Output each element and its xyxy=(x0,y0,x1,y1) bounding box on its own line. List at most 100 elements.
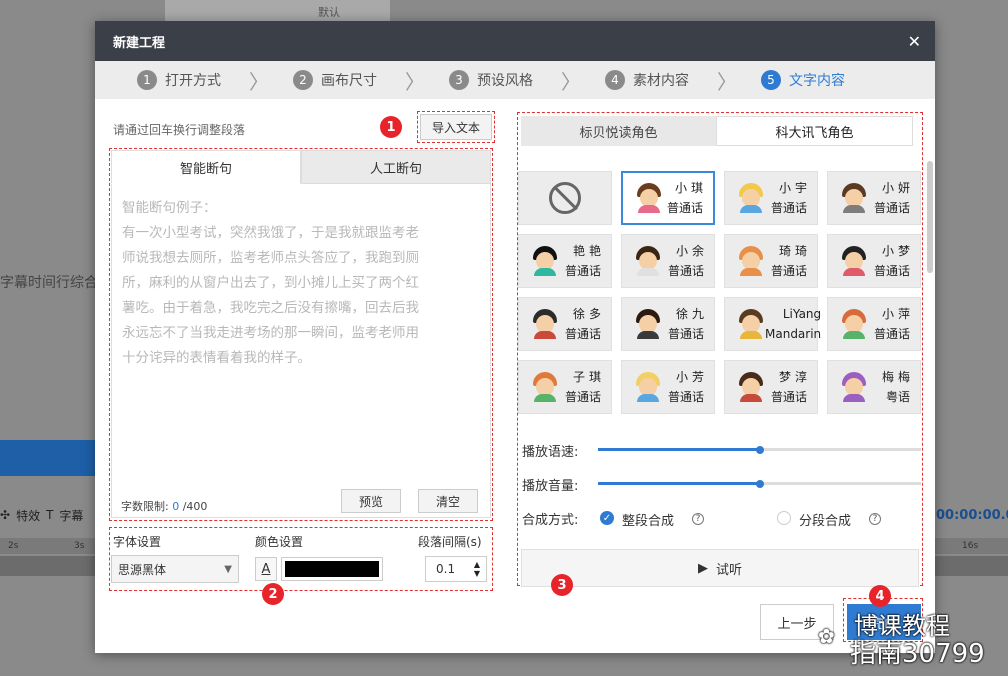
font-select-value: 思源黑体 xyxy=(118,562,167,577)
close-icon[interactable]: ✕ xyxy=(908,32,921,51)
character-card[interactable]: 梦淳 普通话 xyxy=(724,360,818,414)
character-card[interactable]: 艳艳 普通话 xyxy=(518,234,612,288)
font-color-icon[interactable]: A xyxy=(255,557,277,581)
avatar xyxy=(634,309,662,339)
avatar xyxy=(635,183,663,213)
character-info: 徐多 普通话 xyxy=(559,304,611,344)
step-5[interactable]: 5 文字内容 xyxy=(761,70,845,90)
character-language: 普通话 xyxy=(873,201,910,215)
wizard-steps: 1 打开方式 〉 2 画布尺寸 〉 3 预设风格 〉 4 素材内容 〉 5 文字… xyxy=(95,61,935,99)
character-card[interactable]: 小梦普通话 xyxy=(827,234,921,288)
character-card[interactable]: 小琪 普通话 xyxy=(621,171,715,225)
character-card[interactable]: 徐九普通话 xyxy=(621,297,715,351)
step-label: 素材内容 xyxy=(633,73,689,89)
character-language: 普通话 xyxy=(667,327,704,341)
voice-provider-tabs: 标贝悦读角色 科大讯飞角色 xyxy=(521,116,913,146)
character-language: Mandarin xyxy=(765,327,822,341)
character-name: 艳艳 xyxy=(572,244,605,258)
step-label: 文字内容 xyxy=(789,73,845,89)
wechat-icon: ✿ xyxy=(818,624,835,648)
radio-whole-mode[interactable]: ✓ xyxy=(600,511,614,525)
text-input-area[interactable]: 智能断句例子： 有一次小型考试，突然我饿了，于是我就跟监考老 师说我想去厕所，监… xyxy=(111,184,491,518)
character-card[interactable]: 小芳 普通话 xyxy=(621,360,715,414)
character-card[interactable]: 小萍 普通话 xyxy=(827,297,921,351)
character-name: LiYang xyxy=(782,307,822,321)
speed-slider-thumb[interactable] xyxy=(756,445,764,454)
character-language: 普通话 xyxy=(564,390,601,404)
clear-button[interactable]: 清空 xyxy=(418,489,478,513)
character-info: 小芳 普通话 xyxy=(662,367,714,407)
radio-split-mode[interactable] xyxy=(777,511,791,525)
avatar xyxy=(737,372,765,402)
bg-ruler-tick: 16s xyxy=(962,541,979,551)
character-card[interactable]: 徐多 普通话 xyxy=(518,297,612,351)
whole-mode-label[interactable]: 整段合成 xyxy=(622,510,674,529)
character-none[interactable] xyxy=(518,171,612,225)
help-icon[interactable]: ? xyxy=(869,513,881,525)
marker-3: 3 xyxy=(551,574,573,596)
play-icon: ▶ xyxy=(697,560,708,576)
placeholder-line: 智能断句例子： xyxy=(122,200,217,216)
bg-ruler-tick: 2s xyxy=(8,541,19,551)
split-mode-label[interactable]: 分段合成 xyxy=(799,510,851,529)
paragraph-hint: 请通过回车换行调整段落 xyxy=(113,123,246,137)
step-3[interactable]: 3 预设风格 〉 xyxy=(449,66,605,95)
character-info: 小萍 普通话 xyxy=(868,304,920,344)
character-name: 小琪 xyxy=(674,181,707,195)
import-text-button[interactable]: 导入文本 xyxy=(420,114,492,140)
character-name: 徐九 xyxy=(675,307,708,321)
marker-4: 4 xyxy=(869,585,891,607)
color-swatch[interactable] xyxy=(281,557,383,581)
step-2[interactable]: 2 画布尺寸 〉 xyxy=(293,66,449,95)
character-language: 粤语 xyxy=(885,390,910,404)
character-name: 小宇 xyxy=(778,181,811,195)
character-scrollbar[interactable] xyxy=(927,161,933,273)
character-info: 琦琦 普通话 xyxy=(765,241,817,281)
tab-manual-segment[interactable]: 人工断句 xyxy=(301,150,491,184)
tab-biaobei[interactable]: 标贝悦读角色 xyxy=(521,116,716,146)
placeholder-line: 十分诧异的表情看着我的样子。 xyxy=(122,350,311,366)
listen-button[interactable]: ▶ 试听 xyxy=(521,549,919,587)
character-card[interactable]: 子琪 普通话 xyxy=(518,360,612,414)
dropdown-arrow-icon: ▼ xyxy=(224,563,232,575)
new-project-dialog: 新建工程 ✕ 1 打开方式 〉 2 画布尺寸 〉 3 预设风格 〉 4 素材内容… xyxy=(95,21,935,653)
character-language: 普通话 xyxy=(770,390,807,404)
character-card[interactable]: 小余 普通话 xyxy=(621,234,715,288)
character-card[interactable]: 琦琦 普通话 xyxy=(724,234,818,288)
avatar xyxy=(531,309,559,339)
spacing-value: 0.1 xyxy=(436,562,456,576)
step-number: 2 xyxy=(293,70,313,90)
volume-label: 播放音量: xyxy=(522,479,579,494)
character-info: 小梦普通话 xyxy=(868,241,920,281)
preview-button[interactable]: 预览 xyxy=(341,489,401,513)
volume-slider-thumb[interactable] xyxy=(756,479,764,488)
tab-iflytek[interactable]: 科大讯飞角色 xyxy=(716,116,913,146)
bg-subtitle-icon: T xyxy=(46,508,54,522)
bg-top-strip xyxy=(165,0,390,22)
spacing-stepper[interactable]: 0.1 ▲ ▼ xyxy=(425,556,487,582)
avatar xyxy=(840,246,868,276)
help-icon[interactable]: ? xyxy=(692,513,704,525)
character-language: 普通话 xyxy=(873,264,910,278)
speed-row: 播放语速: xyxy=(522,441,578,460)
character-card[interactable]: LiYang Mandarin xyxy=(724,297,822,351)
character-card[interactable]: 小宇 普通话 xyxy=(724,171,818,225)
spinner-arrows-icon[interactable]: ▲ ▼ xyxy=(474,560,480,578)
character-card[interactable]: 梅梅 粤语 xyxy=(827,360,921,414)
dialog-title: 新建工程 xyxy=(113,35,166,51)
word-count: 0 xyxy=(172,500,180,513)
font-select[interactable]: 思源黑体 ▼ xyxy=(111,555,239,583)
character-language: 普通话 xyxy=(770,264,807,278)
character-name: 小梦 xyxy=(881,244,914,258)
step-1[interactable]: 1 打开方式 〉 xyxy=(137,66,293,95)
avatar xyxy=(840,309,868,339)
character-info: 徐九普通话 xyxy=(662,304,714,344)
marker-1: 1 xyxy=(380,116,402,138)
character-card[interactable]: 小妍 普通话 xyxy=(827,171,921,225)
speed-slider-fill xyxy=(598,448,760,451)
tab-smart-segment[interactable]: 智能断句 xyxy=(111,150,301,184)
bg-effects-icon: ✣ xyxy=(0,508,11,522)
avatar xyxy=(840,372,868,402)
step-4[interactable]: 4 素材内容 〉 xyxy=(605,66,761,95)
bg-subtitle-text: 字幕时间行综合 xyxy=(0,275,98,291)
